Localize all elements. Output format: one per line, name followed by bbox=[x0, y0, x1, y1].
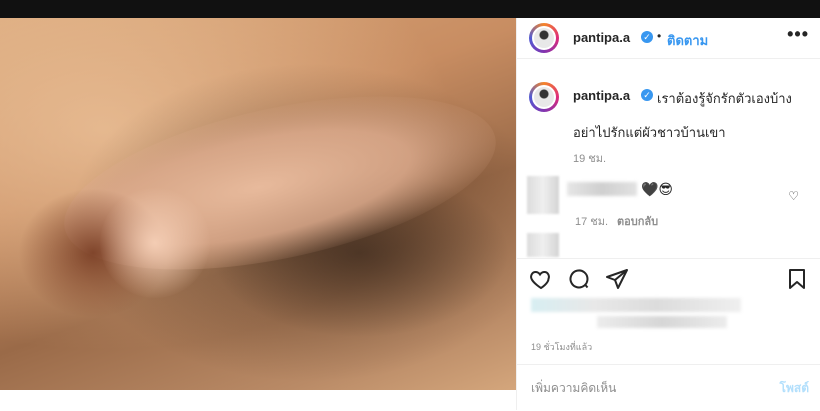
caption-text-line-2: อย่าไปรักแต่ผัวชาวบ้านเขา bbox=[573, 125, 726, 140]
add-comment-bar: เพิ่มความคิดเห็น โพสต์ bbox=[517, 364, 820, 411]
likes-line-blurred[interactable] bbox=[531, 298, 741, 312]
follow-button[interactable]: ติดตาม bbox=[667, 30, 708, 51]
top-strip bbox=[0, 0, 820, 18]
action-bar bbox=[517, 258, 820, 299]
comment-input[interactable]: เพิ่มความคิดเห็น bbox=[531, 379, 751, 398]
author-avatar[interactable] bbox=[529, 23, 559, 53]
reply-button[interactable]: ตอบกลับ bbox=[617, 212, 658, 230]
caption-time: 19 ชม. bbox=[573, 153, 607, 165]
caption-text-line-1: เราต้องรู้จักรักตัวเองบ้าง bbox=[657, 91, 792, 106]
author-username[interactable]: pantipa.a bbox=[573, 30, 630, 45]
comment-text: 🖤😎 bbox=[641, 181, 674, 197]
likes-line-blurred-2 bbox=[597, 316, 727, 328]
separator-dot: • bbox=[657, 29, 662, 43]
verified-badge-icon: ✓ bbox=[641, 31, 653, 43]
post-header: pantipa.a ✓ • ติดตาม ••• bbox=[517, 18, 820, 59]
comment-username-blurred[interactable] bbox=[567, 182, 637, 196]
comment-avatar-blurred[interactable] bbox=[527, 176, 559, 214]
caption-verified-icon: ✓ bbox=[641, 89, 653, 101]
caption-username[interactable]: pantipa.a bbox=[573, 88, 630, 103]
send-icon[interactable] bbox=[605, 267, 629, 291]
bottom-strip bbox=[0, 390, 516, 410]
caption-avatar[interactable] bbox=[529, 82, 559, 112]
photo-face bbox=[100, 188, 210, 298]
comment-icon[interactable] bbox=[567, 267, 591, 291]
posted-time: 19 ชั่วโมงที่แล้ว bbox=[531, 342, 593, 352]
post-side-panel: pantipa.a ✓ • ติดตาม ••• pantipa.a ✓ เรา… bbox=[516, 18, 820, 410]
more-options-icon[interactable]: ••• bbox=[787, 24, 809, 45]
post-photo[interactable] bbox=[0, 18, 516, 390]
heart-icon[interactable] bbox=[529, 267, 553, 291]
post-comment-button[interactable]: โพสต์ bbox=[780, 379, 809, 398]
comment-like-heart-icon[interactable]: ♡ bbox=[788, 189, 799, 203]
comment-avatar-blurred[interactable] bbox=[527, 233, 559, 257]
comment-time: 17 ชม. bbox=[575, 216, 609, 228]
bookmark-icon[interactable] bbox=[785, 267, 809, 291]
